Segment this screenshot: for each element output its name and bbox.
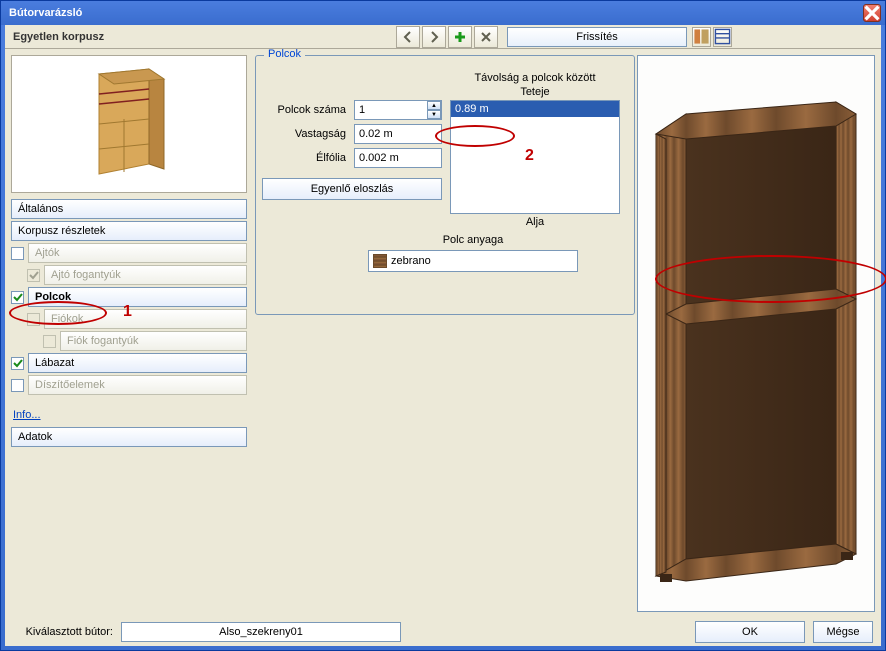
- ornaments-checkbox[interactable]: [11, 379, 24, 392]
- legs-checkbox[interactable]: [11, 357, 24, 370]
- count-row: Polcok száma ▲▼: [262, 100, 446, 120]
- legs-label[interactable]: Lábazat: [28, 353, 247, 373]
- preview-3d[interactable]: [637, 55, 875, 612]
- sidebar-item-data[interactable]: Adatok: [11, 427, 247, 447]
- sidebar-item-doors[interactable]: Ajtók: [11, 243, 247, 263]
- distance-column: Távolság a polcok között Teteje 0.89 m A…: [450, 72, 620, 230]
- toolbar-right: Frissítés: [499, 27, 881, 47]
- sidebar-item-details[interactable]: Korpusz részletek: [11, 221, 247, 241]
- spin-up-icon[interactable]: ▲: [427, 101, 441, 110]
- footer: Kiválasztott bútor: Also_szekreny01 OK M…: [5, 618, 881, 646]
- selected-label: Kiválasztott bútor:: [13, 626, 113, 638]
- sidebar-item-door-handles: Ajtó fogantyúk: [27, 265, 247, 285]
- sidebar-item-general[interactable]: Általános: [11, 199, 247, 219]
- drawers-label: Fiókok: [44, 309, 247, 329]
- distance-item-selected[interactable]: 0.89 m: [451, 101, 619, 117]
- count-spinner[interactable]: ▲▼: [354, 100, 442, 120]
- edgefoil-label: Élfólia: [262, 152, 354, 164]
- shelves-legend: Polcok: [264, 49, 305, 60]
- toolbar: Egyetlen korpusz Frissítés: [5, 25, 881, 49]
- door-handles-label: Ajtó fogantyúk: [44, 265, 247, 285]
- door-handles-checkbox: [27, 269, 40, 282]
- window-title: Bútorvarázsló: [5, 7, 863, 19]
- close-button[interactable]: [863, 4, 881, 22]
- sidebar-item-drawers: Fiókok: [27, 309, 247, 329]
- main-row: Általános Korpusz részletek Ajtók Ajtó f…: [5, 49, 881, 618]
- distance-header: Távolság a polcok között: [450, 72, 620, 84]
- drawer-handles-label: Fiók fogantyúk: [60, 331, 247, 351]
- sidebar-item-shelves[interactable]: Polcok: [11, 287, 247, 307]
- distance-list[interactable]: 0.89 m: [450, 100, 620, 214]
- cabinet-preview-image: [646, 84, 866, 584]
- thickness-input[interactable]: [354, 124, 442, 144]
- material-swatch-icon: [373, 254, 387, 268]
- delete-button[interactable]: [474, 26, 498, 48]
- distance-bottom-label: Alja: [450, 216, 620, 228]
- material-label: Polc anyaga: [346, 234, 600, 246]
- spin-down-icon[interactable]: ▼: [427, 110, 441, 119]
- selected-furniture-select[interactable]: Also_szekreny01: [121, 622, 401, 642]
- app-window: Bútorvarázsló Egyetlen korpusz Frissítés: [0, 0, 886, 651]
- forward-button[interactable]: [422, 26, 446, 48]
- shelves-checkbox[interactable]: [11, 291, 24, 304]
- center-panel: Polcok Polcok száma ▲▼ Vastagság: [253, 49, 637, 618]
- thumbnail-image: [79, 64, 179, 184]
- thickness-row: Vastagság: [262, 124, 446, 144]
- edgefoil-input[interactable]: [354, 148, 442, 168]
- sidebar: Általános Korpusz részletek Ajtók Ajtó f…: [5, 49, 253, 618]
- cancel-button[interactable]: Mégse: [813, 621, 873, 643]
- ok-button[interactable]: OK: [695, 621, 805, 643]
- thickness-label: Vastagság: [262, 128, 354, 140]
- doors-checkbox[interactable]: [11, 247, 24, 260]
- drawers-checkbox: [27, 313, 40, 326]
- drawer-handles-checkbox: [43, 335, 56, 348]
- shelves-fieldset: Polcok Polcok száma ▲▼ Vastagság: [255, 55, 635, 315]
- equal-distribute-button[interactable]: Egyenlő eloszlás: [262, 178, 442, 200]
- distance-top-label: Teteje: [450, 86, 620, 98]
- material-value: zebrano: [391, 255, 431, 267]
- doors-label: Ajtók: [28, 243, 247, 263]
- selected-furniture-value: Also_szekreny01: [219, 626, 303, 638]
- view-toggle-2[interactable]: [713, 27, 732, 47]
- count-label: Polcok száma: [262, 104, 354, 116]
- right-column: [637, 49, 881, 618]
- refresh-button[interactable]: Frissítés: [507, 27, 687, 47]
- edgefoil-row: Élfólia: [262, 148, 446, 168]
- view-toggle-1[interactable]: [692, 27, 711, 47]
- subtitle: Egyetlen korpusz: [5, 31, 395, 43]
- ornaments-label: Díszítőelemek: [28, 375, 247, 395]
- sidebar-item-legs[interactable]: Lábazat: [11, 353, 247, 373]
- add-button[interactable]: [448, 26, 472, 48]
- shelves-label[interactable]: Polcok: [28, 287, 247, 307]
- material-row: Polc anyaga zebrano: [346, 234, 600, 272]
- titlebar: Bútorvarázsló: [1, 1, 885, 25]
- thumbnail: [11, 55, 247, 193]
- material-select[interactable]: zebrano: [368, 250, 578, 272]
- sidebar-item-ornaments[interactable]: Díszítőelemek: [11, 375, 247, 395]
- client-area: Egyetlen korpusz Frissítés: [5, 25, 881, 646]
- sidebar-item-drawer-handles: Fiók fogantyúk: [43, 331, 247, 351]
- info-link[interactable]: Info...: [11, 405, 247, 425]
- back-button[interactable]: [396, 26, 420, 48]
